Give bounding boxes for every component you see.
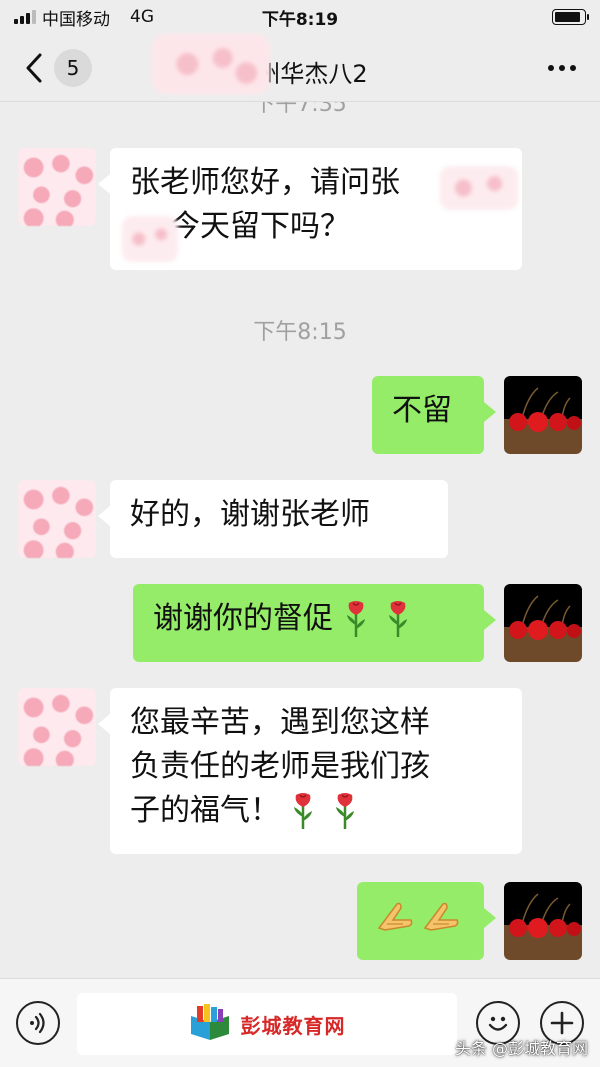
message-line: 子的福气！	[130, 789, 502, 833]
rose-emoji	[343, 599, 369, 639]
message-bubble[interactable]: 谢谢你的督促	[133, 584, 496, 662]
avatar[interactable]	[18, 688, 96, 766]
message-text: 今天留下吗？	[170, 209, 350, 244]
message-text: 好的，谢谢张老师	[130, 497, 370, 532]
redacted-name	[152, 34, 270, 94]
back-button[interactable]	[14, 34, 54, 102]
chat-header: 5 徐州华杰八2	[0, 34, 600, 102]
folded-hands-emoji	[423, 898, 461, 945]
unread-count-badge[interactable]: 5	[54, 48, 92, 87]
plus-icon	[550, 1011, 574, 1035]
message-text: 您最辛苦，遇到您这样	[130, 705, 430, 740]
message-text: 不留	[392, 393, 452, 428]
chat-area[interactable]: 下午7:35 张老师您好，请问张 今天留下吗？ 下午8:15 不留 好的，谢谢张…	[0, 102, 600, 978]
voice-button[interactable]	[16, 1001, 60, 1045]
carrier-label: 中国移动	[42, 9, 110, 30]
message-text: 谢谢你的督促	[153, 601, 333, 636]
message-text: 子的福气！	[130, 793, 280, 828]
folded-hands-emoji	[377, 898, 415, 945]
timestamp: 下午7:35	[253, 102, 347, 117]
rose-emoji	[385, 599, 411, 639]
rose-emoji	[332, 791, 358, 831]
message-bubble[interactable]: 好的，谢谢张老师	[98, 480, 448, 558]
message-bubble[interactable]	[357, 882, 496, 960]
more-dots-icon[interactable]	[548, 54, 576, 82]
message-text: 负责任的老师是我们孩	[130, 749, 430, 784]
redacted-text	[122, 216, 178, 262]
self-avatar[interactable]	[504, 376, 582, 454]
network-label: 4G	[130, 7, 154, 27]
status-bar: 中国移动 4G 下午8:19	[0, 0, 600, 34]
self-avatar[interactable]	[504, 584, 582, 662]
watermark: 头条 @彭城教育网	[454, 1039, 588, 1058]
logo-text: 彭城教育网	[240, 1013, 346, 1038]
back-chevron-icon	[26, 53, 42, 82]
message-bubble[interactable]: 您最辛苦，遇到您这样 负责任的老师是我们孩 子的福气！	[98, 688, 522, 854]
smiley-icon	[488, 1016, 508, 1031]
book-logo-icon	[190, 1004, 229, 1040]
voice-icon	[30, 1012, 45, 1034]
rose-emoji	[290, 791, 316, 831]
message-input[interactable]: 彭城教育网	[77, 993, 457, 1055]
cherry-icon	[509, 387, 581, 432]
self-avatar[interactable]	[504, 882, 582, 960]
message-bubble[interactable]: 不留	[372, 376, 496, 454]
battery-icon	[552, 9, 589, 25]
avatar[interactable]	[18, 480, 96, 558]
signal-icon	[14, 10, 36, 24]
status-left: 中国移动 4G	[14, 5, 154, 30]
input-bar: 彭城教育网 头条 @彭城教育网	[0, 978, 600, 1067]
cherry-icon	[509, 893, 581, 938]
timestamp: 下午8:15	[253, 320, 347, 345]
message-content	[377, 895, 464, 947]
redacted-text	[440, 166, 518, 210]
cherry-icon	[509, 595, 581, 640]
avatar[interactable]	[18, 148, 96, 226]
message-content: 谢谢你的督促	[153, 597, 464, 641]
